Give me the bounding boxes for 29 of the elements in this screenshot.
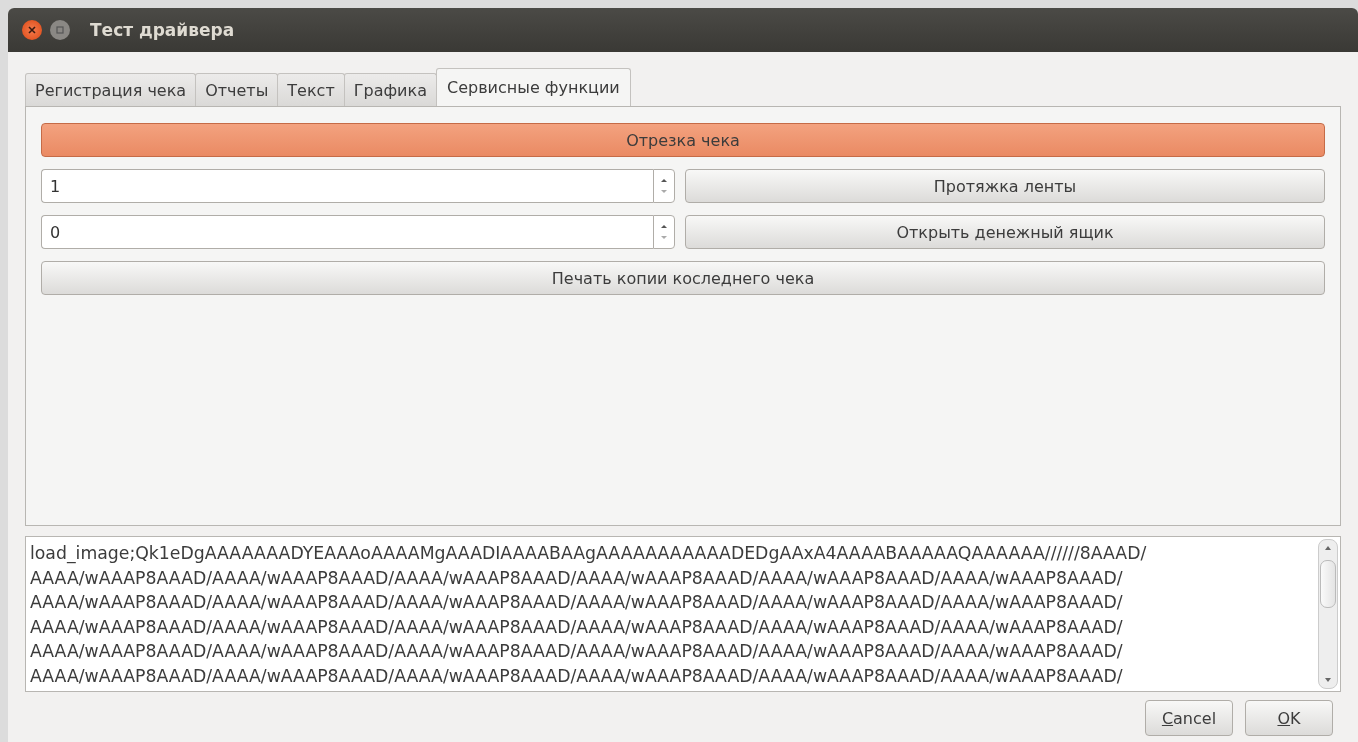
tab[interactable]: Графика: [343, 73, 437, 106]
log-line: AAAA/wAAAP8AAAD/AAAA/wAAAP8AAAD/AAAA/wAAAP8AAAD/AAAA/wAAAP8AAAD/AAAA/wAAAP8AAAD/AAAA/wAAAP8AAAD/: [30, 640, 1124, 663]
log-line: AAAA/wAAAP8AAAD/AAAA/wAAAP8AAAD/AAAA/wAAAP8AAAD/AAAA/wAAAP8AAAD/AAAA/wAAAP8AAAD/AAAA/wAAAP8AAAD/: [30, 664, 1124, 688]
tab[interactable]: Текст: [277, 73, 345, 106]
tab[interactable]: Сервисные функции: [436, 68, 631, 106]
log-line: AAAA/wAAAP8AAAD/AAAA/wAAAP8AAAD/AAAA/wAAAP8AAAD/AAAA/wAAAP8AAAD/AAAA/wAAAP8AAAD/AAAA/wAAAP8AAAD/: [30, 591, 1124, 614]
close-icon[interactable]: [22, 20, 42, 40]
spin-buttons[interactable]: [653, 169, 675, 203]
scrollbar[interactable]: [1318, 539, 1338, 689]
log-line: AAAA/wAAAP8AAAD/AAAA/wAAAP8AAAD/AAAA/wAAAP8AAAD/AAAA/wAAAP8AAAD/AAAA/wAAAP8AAAD/AAAA/wAAAP8AAAD/: [30, 566, 1124, 590]
log-line: load_image;Qk1eDgAAAAAAADYEAAAoAAAAMgAAADIAAAABAAgAAAAAAAAAAADEDgAAxA4AAAABAAAAAQAAAAAA//////8AAAD/: [30, 542, 1148, 566]
scrollbar-thumb[interactable]: [1320, 560, 1336, 608]
log-line: AAAA/wAAAP8AAAD/AAAA/wAAAP8AAAD/AAAA/wAAAP8AAAD/AAAA/wAAAP8AAAD/AAAA/wAAAP8AAAD/AAAA/wAAAP8AAAD/: [30, 615, 1124, 639]
scroll-down-arrow-icon[interactable]: [1324, 676, 1332, 684]
tab[interactable]: Регистрация чека: [25, 73, 197, 106]
scroll-up-arrow-icon[interactable]: [1324, 544, 1332, 552]
print-copy-button[interactable]: Печать копии коследнего чека: [41, 261, 1325, 295]
cut-receipt-button[interactable]: Отрезка чека: [41, 123, 1325, 157]
dialog-button[interactable]: OK: [1245, 700, 1333, 736]
spin-box-field[interactable]: 1: [41, 169, 653, 203]
spin-box-field[interactable]: 0: [41, 215, 653, 249]
window-title: Тест драйвера: [90, 20, 235, 40]
log-text-area[interactable]: [25, 536, 1341, 692]
action-button[interactable]: Открыть денежный ящик: [685, 215, 1325, 249]
dialog-button[interactable]: Cancel: [1145, 700, 1233, 736]
action-button[interactable]: Протяжка ленты: [685, 169, 1325, 203]
spin-buttons[interactable]: [653, 215, 675, 249]
minimize-icon[interactable]: [50, 20, 70, 40]
tab[interactable]: Отчеты: [195, 73, 279, 106]
